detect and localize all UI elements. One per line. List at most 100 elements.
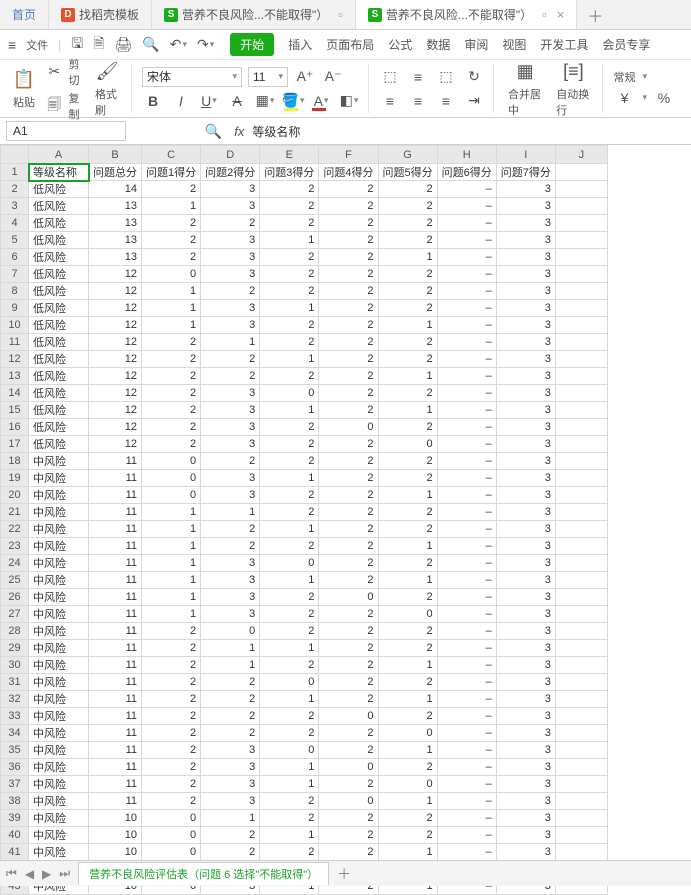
cell-I17[interactable]: 3 bbox=[496, 436, 555, 453]
row-header-6[interactable]: 6 bbox=[1, 249, 29, 266]
font-color-icon[interactable]: A▾ bbox=[310, 90, 332, 112]
cell-G41[interactable]: 1 bbox=[378, 844, 437, 861]
cell-A19[interactable]: 中风险 bbox=[29, 470, 89, 487]
cell-J5[interactable] bbox=[555, 232, 607, 249]
cell-H24[interactable]: – bbox=[437, 555, 496, 572]
cell-E19[interactable]: 1 bbox=[260, 470, 319, 487]
cell-J15[interactable] bbox=[555, 402, 607, 419]
cell-J24[interactable] bbox=[555, 555, 607, 572]
cell-J41[interactable] bbox=[555, 844, 607, 861]
cell-G24[interactable]: 2 bbox=[378, 555, 437, 572]
cell-J35[interactable] bbox=[555, 742, 607, 759]
cell-J39[interactable] bbox=[555, 810, 607, 827]
cell-H26[interactable]: – bbox=[437, 589, 496, 606]
cell-B6[interactable]: 13 bbox=[89, 249, 142, 266]
row-header-37[interactable]: 37 bbox=[1, 776, 29, 793]
cell-H16[interactable]: – bbox=[437, 419, 496, 436]
cell-C26[interactable]: 1 bbox=[142, 589, 201, 606]
cell-I30[interactable]: 3 bbox=[496, 657, 555, 674]
row-header-19[interactable]: 19 bbox=[1, 470, 29, 487]
cell-F17[interactable]: 2 bbox=[319, 436, 378, 453]
cell-G1[interactable]: 问题5得分 bbox=[378, 164, 437, 181]
cell-D9[interactable]: 3 bbox=[201, 300, 260, 317]
cell-E27[interactable]: 2 bbox=[260, 606, 319, 623]
cell-F24[interactable]: 2 bbox=[319, 555, 378, 572]
strikethrough-icon[interactable]: A bbox=[226, 90, 248, 112]
cell-J12[interactable] bbox=[555, 351, 607, 368]
cell-B40[interactable]: 10 bbox=[89, 827, 142, 844]
cell-H35[interactable]: – bbox=[437, 742, 496, 759]
cell-E40[interactable]: 1 bbox=[260, 827, 319, 844]
cell-E20[interactable]: 2 bbox=[260, 487, 319, 504]
row-header-12[interactable]: 12 bbox=[1, 351, 29, 368]
cell-D25[interactable]: 3 bbox=[201, 572, 260, 589]
cell-E33[interactable]: 2 bbox=[260, 708, 319, 725]
cell-I15[interactable]: 3 bbox=[496, 402, 555, 419]
cell-E7[interactable]: 2 bbox=[260, 266, 319, 283]
cell-H41[interactable]: – bbox=[437, 844, 496, 861]
cell-E16[interactable]: 2 bbox=[260, 419, 319, 436]
cell-A11[interactable]: 低风险 bbox=[29, 334, 89, 351]
cell-H28[interactable]: – bbox=[437, 623, 496, 640]
cell-G15[interactable]: 1 bbox=[378, 402, 437, 419]
cell-G3[interactable]: 2 bbox=[378, 198, 437, 215]
row-header-3[interactable]: 3 bbox=[1, 198, 29, 215]
cell-H29[interactable]: – bbox=[437, 640, 496, 657]
sheet-nav-prev-icon[interactable]: ◀ bbox=[25, 867, 34, 881]
cell-H19[interactable]: – bbox=[437, 470, 496, 487]
cell-E35[interactable]: 0 bbox=[260, 742, 319, 759]
tab-add[interactable]: ＋ bbox=[577, 0, 613, 29]
cell-C32[interactable]: 2 bbox=[142, 691, 201, 708]
cell-E6[interactable]: 2 bbox=[260, 249, 319, 266]
row-header-25[interactable]: 25 bbox=[1, 572, 29, 589]
search-icon[interactable]: 🔍 bbox=[205, 123, 222, 140]
cell-H12[interactable]: – bbox=[437, 351, 496, 368]
cell-H7[interactable]: – bbox=[437, 266, 496, 283]
row-header-22[interactable]: 22 bbox=[1, 521, 29, 538]
cell-H27[interactable]: – bbox=[437, 606, 496, 623]
cell-J8[interactable] bbox=[555, 283, 607, 300]
cell-C4[interactable]: 2 bbox=[142, 215, 201, 232]
cell-F6[interactable]: 2 bbox=[319, 249, 378, 266]
cell-J38[interactable] bbox=[555, 793, 607, 810]
cell-F40[interactable]: 2 bbox=[319, 827, 378, 844]
cell-F29[interactable]: 2 bbox=[319, 640, 378, 657]
cell-B27[interactable]: 11 bbox=[89, 606, 142, 623]
cell-G22[interactable]: 2 bbox=[378, 521, 437, 538]
cell-B16[interactable]: 12 bbox=[89, 419, 142, 436]
cell-J9[interactable] bbox=[555, 300, 607, 317]
cell-C5[interactable]: 2 bbox=[142, 232, 201, 249]
cell-J22[interactable] bbox=[555, 521, 607, 538]
cell-B4[interactable]: 13 bbox=[89, 215, 142, 232]
cell-J3[interactable] bbox=[555, 198, 607, 215]
cell-B28[interactable]: 11 bbox=[89, 623, 142, 640]
cell-D36[interactable]: 3 bbox=[201, 759, 260, 776]
cell-I25[interactable]: 3 bbox=[496, 572, 555, 589]
cell-C38[interactable]: 2 bbox=[142, 793, 201, 810]
cell-H25[interactable]: – bbox=[437, 572, 496, 589]
cell-G10[interactable]: 1 bbox=[378, 317, 437, 334]
cell-H38[interactable]: – bbox=[437, 793, 496, 810]
cell-D23[interactable]: 2 bbox=[201, 538, 260, 555]
cell-B5[interactable]: 13 bbox=[89, 232, 142, 249]
cell-B12[interactable]: 12 bbox=[89, 351, 142, 368]
cell-A36[interactable]: 中风险 bbox=[29, 759, 89, 776]
cell-I5[interactable]: 3 bbox=[496, 232, 555, 249]
spreadsheet-grid[interactable]: ABCDEFGHIJ1等级名称问题总分问题1得分问题2得分问题3得分问题4得分问… bbox=[0, 145, 691, 895]
cell-I13[interactable]: 3 bbox=[496, 368, 555, 385]
row-header-4[interactable]: 4 bbox=[1, 215, 29, 232]
cell-D40[interactable]: 2 bbox=[201, 827, 260, 844]
row-header-23[interactable]: 23 bbox=[1, 538, 29, 555]
print-preview-icon[interactable]: 🔍 bbox=[142, 36, 159, 53]
row-header-29[interactable]: 29 bbox=[1, 640, 29, 657]
cell-H6[interactable]: – bbox=[437, 249, 496, 266]
row-header-38[interactable]: 38 bbox=[1, 793, 29, 810]
cell-J33[interactable] bbox=[555, 708, 607, 725]
cell-A1[interactable]: 等级名称 bbox=[29, 164, 89, 181]
cell-G11[interactable]: 2 bbox=[378, 334, 437, 351]
cell-B11[interactable]: 12 bbox=[89, 334, 142, 351]
cell-J7[interactable] bbox=[555, 266, 607, 283]
cell-C39[interactable]: 0 bbox=[142, 810, 201, 827]
cell-F38[interactable]: 0 bbox=[319, 793, 378, 810]
cell-B20[interactable]: 11 bbox=[89, 487, 142, 504]
